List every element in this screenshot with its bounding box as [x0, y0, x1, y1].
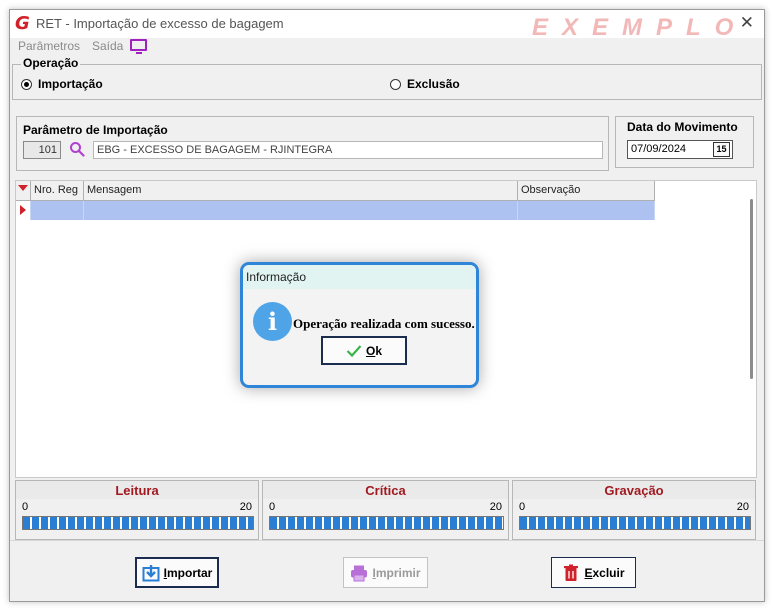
- ok-button[interactable]: Ok: [321, 336, 407, 365]
- parametro-code-field[interactable]: 101: [23, 141, 61, 159]
- col-mensagem[interactable]: Mensagem: [84, 181, 518, 201]
- radio-importacao-indicator[interactable]: [21, 78, 32, 90]
- progress-critica-title: Crítica: [263, 481, 508, 499]
- trash-icon: [564, 564, 579, 581]
- table-row[interactable]: [16, 201, 655, 220]
- row-pointer-icon: [20, 205, 26, 215]
- window-title: RET - Importação de excesso de bagagem: [36, 16, 284, 31]
- importar-button[interactable]: Importar: [135, 557, 219, 588]
- info-dialog: Informação i Operação realizada com suce…: [240, 262, 479, 388]
- progress-leitura-title: Leitura: [16, 481, 258, 499]
- col-nro-reg[interactable]: Nro. Reg: [31, 181, 84, 201]
- operacao-legend: Operação: [21, 56, 81, 70]
- menu-saida[interactable]: Saída: [92, 39, 123, 53]
- close-icon[interactable]: ✕: [740, 13, 754, 33]
- search-icon[interactable]: [69, 141, 85, 157]
- data-movimento-value: 07/09/2024: [631, 143, 687, 155]
- info-icon: i: [253, 302, 292, 341]
- printer-icon: [351, 565, 368, 581]
- calendar-icon[interactable]: 15: [713, 142, 730, 157]
- imprimir-label: Imprimir: [372, 565, 421, 580]
- cell-nro-reg[interactable]: [31, 201, 84, 220]
- row-indicator-cell: [16, 201, 31, 220]
- parametro-legend: Parâmetro de Importação: [21, 123, 170, 137]
- radio-exclusao-label: Exclusão: [407, 77, 460, 91]
- radio-exclusao[interactable]: Exclusão: [390, 77, 460, 91]
- parametro-description-field[interactable]: EBG - EXCESSO DE BAGAGEM - RJINTEGRA: [93, 141, 603, 159]
- imprimir-button[interactable]: Imprimir: [343, 557, 428, 588]
- cell-observacao[interactable]: [518, 201, 655, 220]
- menu-bar: Parâmetros Saída: [10, 38, 764, 58]
- grid-scrollbar[interactable]: [750, 199, 753, 379]
- grid-header: Nro. Reg Mensagem Observação: [16, 181, 655, 201]
- progress-critica-max: 20: [489, 501, 502, 513]
- radio-exclusao-indicator[interactable]: [390, 78, 401, 90]
- data-movimento-group: Data do Movimento 07/09/2024 15: [615, 116, 754, 168]
- sort-down-icon[interactable]: [18, 185, 28, 191]
- grid-sort-cell[interactable]: [16, 181, 31, 201]
- menu-parametros[interactable]: Parâmetros: [18, 39, 80, 53]
- progress-gravacao-min: 0: [519, 501, 526, 513]
- dialog-message: Operação realizada com sucesso.: [293, 316, 475, 331]
- radio-importacao[interactable]: Importação: [21, 77, 103, 91]
- progress-gravacao-max: 20: [736, 501, 749, 513]
- app-logo-icon: G: [15, 13, 30, 34]
- progress-critica-bar: [269, 516, 504, 530]
- progress-gravacao-bar: [519, 516, 751, 530]
- parametro-group: Parâmetro de Importação 101 EBG - EXCESS…: [16, 116, 609, 171]
- progress-critica-fill: [270, 517, 503, 529]
- check-icon: [346, 344, 362, 357]
- radio-importacao-label: Importação: [38, 77, 103, 91]
- progress-critica-min: 0: [269, 501, 276, 513]
- col-observacao[interactable]: Observação: [518, 181, 655, 201]
- progress-leitura: Leitura 0 20: [15, 480, 259, 540]
- progress-gravacao-title: Gravação: [513, 481, 755, 499]
- progress-leitura-min: 0: [22, 501, 29, 513]
- importar-label: Importar: [163, 565, 213, 580]
- ok-label: Ok: [365, 343, 383, 358]
- excluir-button[interactable]: Excluir: [551, 557, 636, 588]
- cell-mensagem[interactable]: [84, 201, 518, 220]
- data-movimento-legend: Data do Movimento: [625, 120, 740, 134]
- monitor-icon[interactable]: [130, 39, 147, 54]
- progress-leitura-fill: [23, 517, 253, 529]
- excluir-label: Excluir: [584, 565, 625, 580]
- progress-critica: Crítica 0 20: [262, 480, 509, 540]
- operacao-group: Operação Importação Exclusão: [12, 56, 762, 100]
- title-bar: G RET - Importação de excesso de bagagem…: [10, 10, 764, 41]
- action-bar: Importar Imprimir Excluir: [10, 540, 764, 603]
- dialog-title: Informação: [243, 265, 476, 289]
- progress-gravacao: Gravação 0 20: [512, 480, 756, 540]
- data-movimento-input[interactable]: 07/09/2024 15: [627, 140, 733, 159]
- import-icon: [142, 564, 160, 581]
- progress-leitura-bar: [22, 516, 254, 530]
- progress-leitura-max: 20: [239, 501, 252, 513]
- progress-gravacao-fill: [520, 517, 750, 529]
